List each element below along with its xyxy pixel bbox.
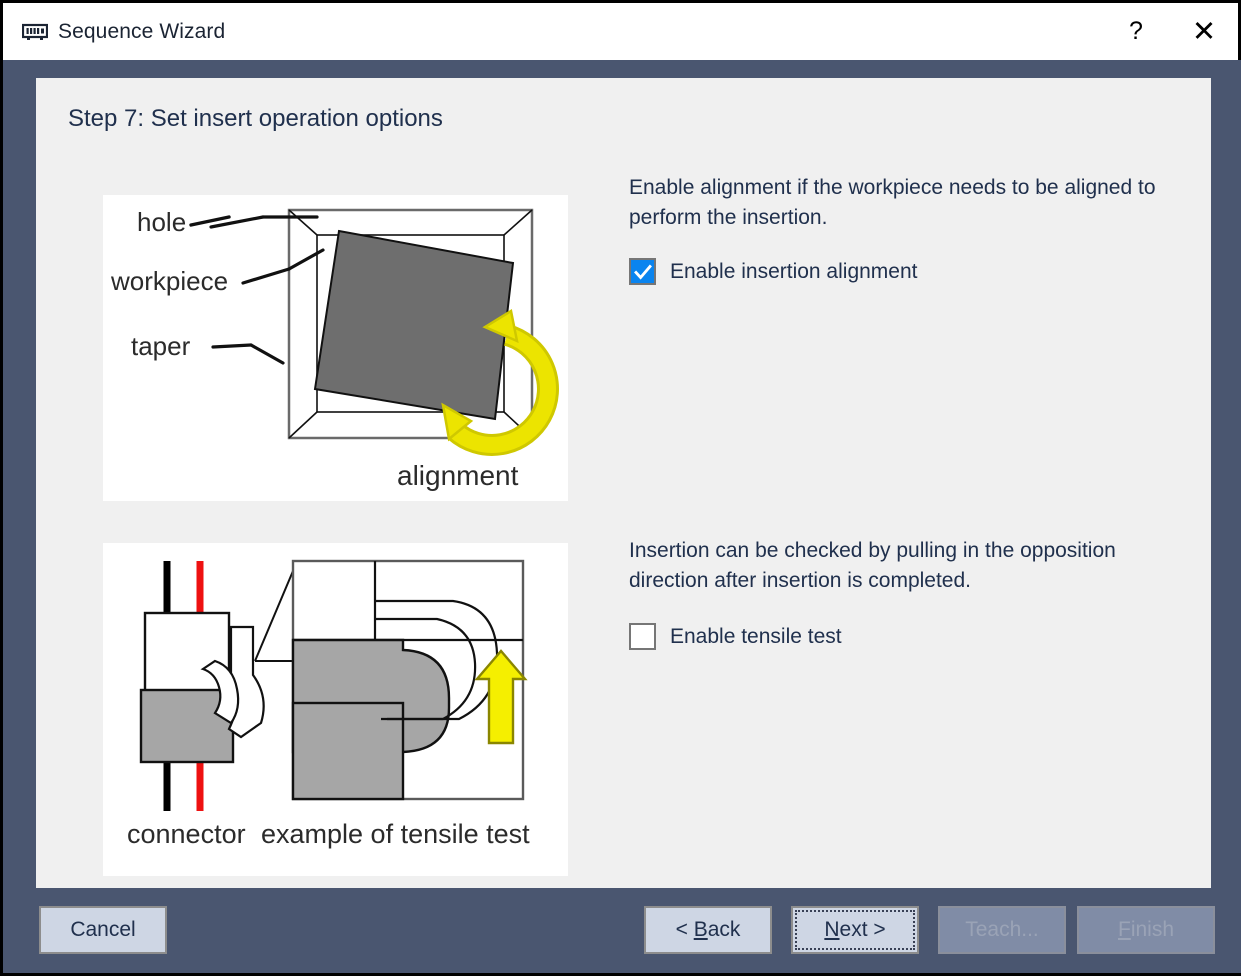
- memory-module-icon: [22, 19, 48, 45]
- enable-tensile-test-checkbox[interactable]: [629, 623, 656, 650]
- diagram-label-connector: connector: [127, 819, 246, 849]
- sequence-wizard-window: Sequence Wizard ? ✕ Step 7: Set insert o…: [0, 0, 1241, 976]
- teach-button: Teach...: [938, 906, 1066, 954]
- help-button[interactable]: ?: [1102, 3, 1170, 60]
- enable-insertion-alignment-label: Enable insertion alignment: [670, 260, 918, 284]
- teach-button-label: Teach...: [965, 918, 1039, 942]
- finish-button-label: Finish: [1118, 918, 1174, 942]
- enable-tensile-test-label: Enable tensile test: [670, 625, 842, 649]
- back-button[interactable]: < Back: [644, 906, 772, 954]
- title-bar: Sequence Wizard ? ✕: [3, 3, 1238, 60]
- dialog-button-bar: Cancel < Back Next > Teach... Finish: [6, 888, 1241, 973]
- enable-insertion-alignment-row[interactable]: Enable insertion alignment: [629, 258, 918, 285]
- diagram-label-workpiece: workpiece: [110, 266, 228, 296]
- cancel-button[interactable]: Cancel: [39, 906, 167, 954]
- finish-button: Finish: [1077, 906, 1215, 954]
- insertion-alignment-diagram: hole workpiece taper: [103, 195, 568, 501]
- back-button-label: < Back: [676, 918, 741, 942]
- dialog-frame: Step 7: Set insert operation options: [6, 60, 1241, 973]
- diagram-label-tensile-example: example of tensile test: [261, 819, 530, 849]
- cancel-button-label: Cancel: [70, 918, 135, 942]
- content-panel: Step 7: Set insert operation options: [36, 78, 1211, 891]
- diagram-label-alignment: alignment: [397, 460, 519, 491]
- enable-insertion-alignment-checkbox[interactable]: [629, 258, 656, 285]
- diagram-label-taper: taper: [131, 331, 191, 361]
- pull-direction-arrow-icon: [477, 651, 525, 743]
- alignment-description: Enable alignment if the workpiece needs …: [629, 173, 1199, 233]
- next-button[interactable]: Next >: [791, 906, 919, 954]
- diagram-label-hole: hole: [137, 207, 186, 237]
- window-title: Sequence Wizard: [58, 20, 225, 44]
- tensile-test-diagram: connector example of tensile test: [103, 543, 568, 876]
- check-icon: [633, 262, 653, 282]
- page-title: Step 7: Set insert operation options: [68, 105, 443, 133]
- tensile-description: Insertion can be checked by pulling in t…: [629, 536, 1199, 596]
- close-icon[interactable]: ✕: [1170, 3, 1238, 60]
- enable-tensile-test-row[interactable]: Enable tensile test: [629, 623, 842, 650]
- next-button-label: Next >: [824, 918, 885, 942]
